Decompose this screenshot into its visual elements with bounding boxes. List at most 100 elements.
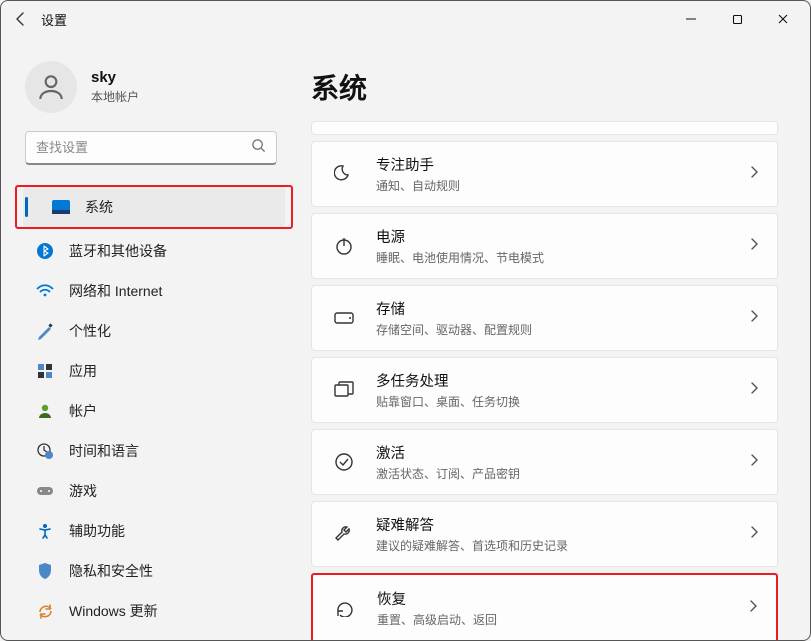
profile-text: sky 本地帐户 (91, 69, 139, 105)
card-title: 疑难解答 (376, 514, 749, 535)
card-focus-assist[interactable]: 专注助手 通知、自动规则 (311, 141, 778, 207)
back-button[interactable] (5, 3, 37, 35)
search-input[interactable] (36, 140, 251, 155)
chevron-right-icon (748, 599, 758, 618)
nav-label: 系统 (85, 197, 113, 217)
nav-list: 系统 蓝牙和其他设备 网络和 Internet 个性化 (1, 177, 301, 631)
card-multitasking[interactable]: 多任务处理 贴靠窗口、桌面、任务切换 (311, 357, 778, 423)
chevron-right-icon (749, 165, 759, 184)
nav-item-gaming[interactable]: 游戏 (7, 471, 295, 511)
maximize-icon (732, 14, 743, 25)
highlight-box-recovery: 恢复 重置、高级启动、返回 (311, 573, 778, 640)
nav-label: 游戏 (69, 481, 97, 501)
search-container (1, 131, 301, 177)
window-controls (668, 3, 806, 35)
moon-icon (330, 160, 358, 188)
nav-label: Windows 更新 (69, 601, 158, 621)
close-button[interactable] (760, 3, 806, 35)
nav-item-apps[interactable]: 应用 (7, 351, 295, 391)
shield-icon (35, 561, 55, 581)
chevron-right-icon (749, 309, 759, 328)
card-body: 疑难解答 建议的疑难解答、首选项和历史记录 (376, 514, 749, 554)
main-pane: 系统 专注助手 通知、自动规则 电源 睡眠、电池使用情况、节电模式 (301, 37, 810, 640)
recovery-icon (331, 594, 359, 622)
update-icon (35, 601, 55, 621)
nav-item-privacy[interactable]: 隐私和安全性 (7, 551, 295, 591)
nav-label: 帐户 (69, 401, 97, 421)
card-power[interactable]: 电源 睡眠、电池使用情况、节电模式 (311, 213, 778, 279)
card-subtitle: 存储空间、驱动器、配置规则 (376, 321, 749, 338)
nav-item-personalization[interactable]: 个性化 (7, 311, 295, 351)
card-title: 激活 (376, 442, 749, 463)
multitasking-icon (330, 376, 358, 404)
nav-label: 个性化 (69, 321, 111, 341)
content-area: sky 本地帐户 系统 (1, 37, 810, 640)
wrench-icon (330, 520, 358, 548)
card-title: 恢复 (377, 588, 748, 609)
search-icon (251, 138, 266, 158)
nav-item-windows-update[interactable]: Windows 更新 (7, 591, 295, 631)
card-subtitle: 激活状态、订阅、产品密钥 (376, 465, 749, 482)
bluetooth-icon (35, 241, 55, 261)
card-troubleshoot[interactable]: 疑难解答 建议的疑难解答、首选项和历史记录 (311, 501, 778, 567)
chevron-right-icon (749, 237, 759, 256)
page-title: 系统 (311, 67, 778, 107)
search-box[interactable] (25, 131, 277, 165)
nav-item-time-language[interactable]: 时间和语言 (7, 431, 295, 471)
check-circle-icon (330, 448, 358, 476)
system-icon (51, 197, 71, 217)
nav-item-accounts[interactable]: 帐户 (7, 391, 295, 431)
card-body: 多任务处理 贴靠窗口、桌面、任务切换 (376, 370, 749, 410)
wifi-icon (35, 281, 55, 301)
card-subtitle: 睡眠、电池使用情况、节电模式 (376, 249, 749, 266)
apps-icon (35, 361, 55, 381)
paintbrush-icon (35, 321, 55, 341)
person-icon (35, 71, 67, 103)
card-body: 恢复 重置、高级启动、返回 (377, 588, 748, 628)
nav-label: 隐私和安全性 (69, 561, 153, 581)
card-subtitle: 建议的疑难解答、首选项和历史记录 (376, 537, 749, 554)
nav-label: 应用 (69, 361, 97, 381)
card-body: 专注助手 通知、自动规则 (376, 154, 749, 194)
avatar (25, 61, 77, 113)
nav-label: 蓝牙和其他设备 (69, 241, 167, 261)
highlight-box-system: 系统 (15, 185, 293, 229)
clock-globe-icon (35, 441, 55, 461)
power-icon (330, 232, 358, 260)
nav-label: 网络和 Internet (69, 281, 162, 301)
card-subtitle: 通知、自动规则 (376, 177, 749, 194)
minimize-icon (685, 13, 697, 25)
profile-account-type: 本地帐户 (91, 88, 139, 105)
storage-icon (330, 304, 358, 332)
profile-block[interactable]: sky 本地帐户 (1, 53, 301, 131)
profile-name: sky (91, 69, 139, 86)
nav-item-accessibility[interactable]: 辅助功能 (7, 511, 295, 551)
gamepad-icon (35, 481, 55, 501)
maximize-button[interactable] (714, 3, 760, 35)
card-activation[interactable]: 激活 激活状态、订阅、产品密钥 (311, 429, 778, 495)
titlebar: 设置 (1, 1, 810, 37)
card-recovery[interactable]: 恢复 重置、高级启动、返回 (313, 575, 776, 640)
close-icon (777, 13, 789, 25)
chevron-right-icon (749, 453, 759, 472)
card-storage[interactable]: 存储 存储空间、驱动器、配置规则 (311, 285, 778, 351)
card-stub-top[interactable] (311, 121, 778, 135)
card-subtitle: 贴靠窗口、桌面、任务切换 (376, 393, 749, 410)
card-title: 存储 (376, 298, 749, 319)
minimize-button[interactable] (668, 3, 714, 35)
window-title: 设置 (41, 10, 67, 29)
accessibility-icon (35, 521, 55, 541)
back-arrow-icon (13, 11, 29, 27)
card-body: 电源 睡眠、电池使用情况、节电模式 (376, 226, 749, 266)
card-body: 激活 激活状态、订阅、产品密钥 (376, 442, 749, 482)
nav-item-bluetooth[interactable]: 蓝牙和其他设备 (7, 231, 295, 271)
card-body: 存储 存储空间、驱动器、配置规则 (376, 298, 749, 338)
card-title: 专注助手 (376, 154, 749, 175)
nav-item-network[interactable]: 网络和 Internet (7, 271, 295, 311)
card-title: 多任务处理 (376, 370, 749, 391)
card-title: 电源 (376, 226, 749, 247)
nav-label: 辅助功能 (69, 521, 125, 541)
nav-item-system[interactable]: 系统 (23, 187, 285, 227)
card-subtitle: 重置、高级启动、返回 (377, 611, 748, 628)
chevron-right-icon (749, 525, 759, 544)
